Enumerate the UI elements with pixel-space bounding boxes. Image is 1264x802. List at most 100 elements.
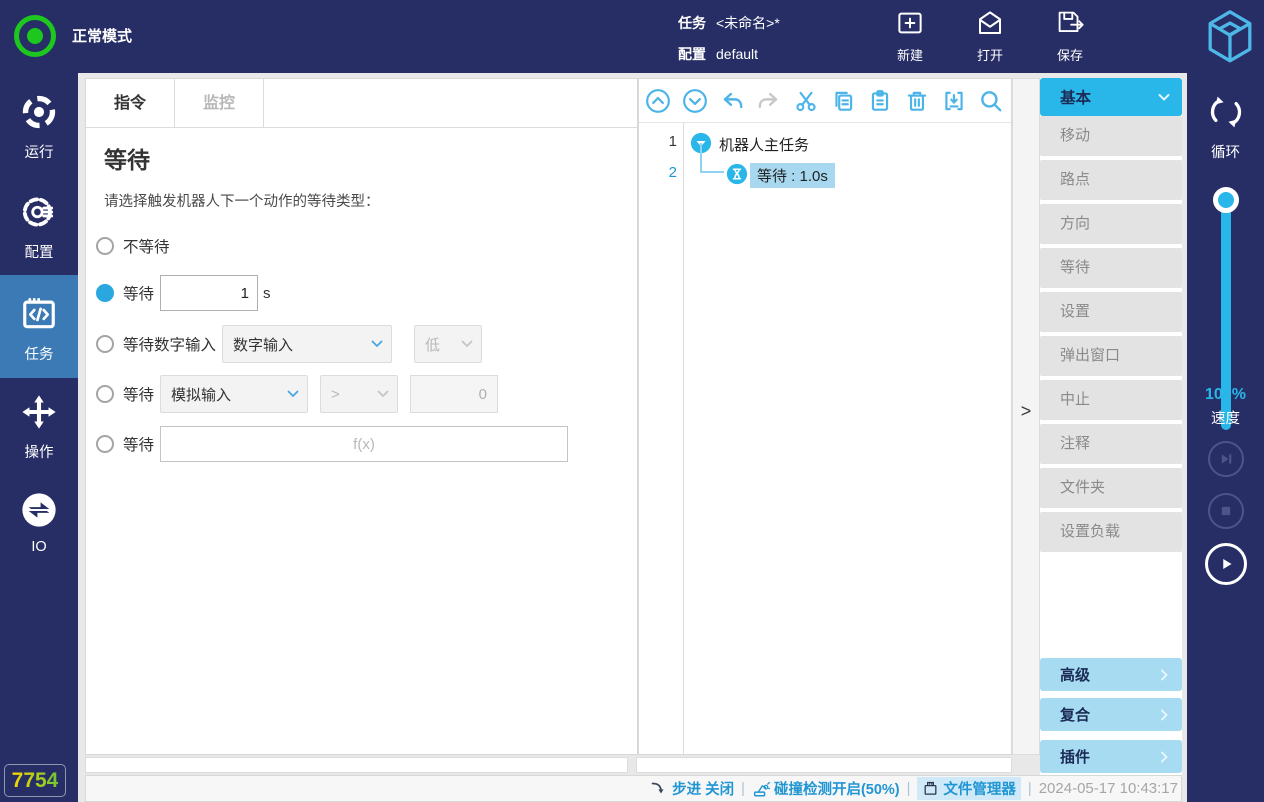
instruction-item-popup[interactable]: 弹出窗口 [1040,336,1182,376]
mode-label: 正常模式 [72,28,133,45]
radio-wait-expression[interactable] [96,435,114,453]
instruction-item-move[interactable]: 移动 [1040,116,1182,156]
chevron-down-icon [453,340,481,348]
instruction-item-set-payload[interactable]: 设置负载 [1040,512,1182,552]
speed-label: 速度 [1211,411,1240,427]
app-window: 正常模式 任务 <未命名>* 配置 default 新建 打开 保存 运行 配置… [0,0,1264,802]
open-task-label: 打开 [976,48,1003,63]
sidebar-item-run[interactable]: 运行 [0,83,78,179]
instruction-group-advanced[interactable]: 高级 [1040,658,1182,691]
config-name-row: 配置 default [678,44,758,64]
collision-robot-icon [753,781,770,796]
new-task-button[interactable]: 新建 [880,8,940,64]
instruction-item-set[interactable]: 设置 [1040,292,1182,332]
move-up-icon[interactable] [645,88,671,114]
sidebar-item-config[interactable]: 配置 [0,183,78,279]
tab-command[interactable]: 指令 [86,79,175,127]
tree-selected-wait-node[interactable]: 等待 : 1.0s [750,163,835,188]
comparator-dropdown[interactable]: > [320,375,399,413]
analog-threshold-input[interactable] [410,375,499,413]
radio-no-wait[interactable] [96,237,114,255]
play-icon [1222,558,1231,570]
paste-icon[interactable] [867,88,893,114]
undo-icon[interactable] [719,88,745,114]
sidebar-label-io: IO [31,539,47,555]
move-down-icon[interactable] [682,88,708,114]
radio-wait-analog[interactable] [96,385,114,403]
sidebar-item-operate[interactable]: 操作 [0,383,78,479]
instruction-item-wait[interactable]: 等待 [1040,248,1182,288]
chevron-right-icon [1156,749,1182,765]
loop-toggle-button[interactable]: 循环 [1187,91,1264,162]
redo-icon[interactable] [756,88,782,114]
option-row-wait-seconds: 等待 s [96,273,271,313]
left-nav-sidebar: 运行 配置 任务 操作 IO 7754 [0,73,78,802]
step-mode-status[interactable]: 步进 关闭 [651,778,734,799]
stop-button[interactable] [1207,493,1244,529]
digital-input-dropdown[interactable]: 数字输入 [222,325,393,363]
expand-panel-handle[interactable]: > [1013,401,1039,422]
instruction-group-plugin[interactable]: 插件 [1040,740,1182,773]
open-task-button[interactable]: 打开 [960,8,1020,64]
save-task-button[interactable]: 保存 [1040,8,1100,64]
collision-detection-status[interactable]: 碰撞检测开启(50%) [752,778,900,799]
io-sync-icon [20,491,58,529]
radio-wait-seconds-selected[interactable] [96,284,114,302]
line-number-column: 1 2 [639,123,684,754]
tab-monitor[interactable]: 监控 [175,79,264,127]
gear-icon [20,193,58,231]
option-label-wait: 等待 [123,286,155,303]
tree-root-task[interactable]: 机器人主任务 [719,134,809,155]
analog-input-dropdown[interactable]: 模拟输入 [160,375,309,413]
delete-icon[interactable] [904,88,930,114]
instruction-item-waypoint[interactable]: 路点 [1040,160,1182,200]
task-value: <未命名>* [716,15,780,31]
file-manager-button[interactable]: 文件管理器 [917,777,1021,800]
collapse-merge-icon[interactable] [941,88,967,114]
page-title: 等待 [104,147,150,173]
instruction-item-folder[interactable]: 文件夹 [1040,468,1182,508]
instruction-group-composite-label: 复合 [1060,707,1091,724]
config-value: default [716,46,759,62]
tree-connector-line [700,143,724,173]
option-row-wait-analog: 等待 模拟输入 > [96,374,499,414]
digital-input-dropdown-value: 数字输入 [233,336,294,354]
copy-icon[interactable] [830,88,856,114]
instruction-item-abort[interactable]: 中止 [1040,380,1182,420]
loop-icon [1205,91,1247,133]
sidebar-item-task-active[interactable]: 任务 [0,275,78,378]
instruction-group-composite[interactable]: 复合 [1040,698,1182,731]
speed-value: 100% [1205,386,1246,403]
separator: | [1027,780,1032,797]
option-label-wait-digital: 等待数字输入 [123,337,217,354]
sidebar-label-operate: 操作 [24,445,54,461]
digital-level-dropdown[interactable]: 低 [414,325,483,363]
top-bar: 正常模式 任务 <未命名>* 配置 default 新建 打开 保存 [0,0,1264,73]
speed-slider-handle[interactable] [1212,187,1239,213]
sidebar-item-io[interactable]: IO [0,481,78,577]
new-task-label: 新建 [896,48,923,63]
instruction-item-direction[interactable]: 方向 [1040,204,1182,244]
option-row-wait-digital: 等待数字输入 数字输入 低 [96,324,483,364]
instruction-group-basic[interactable]: 基本 [1040,78,1182,116]
wait-hourglass-icon[interactable] [726,163,748,185]
line-number: 1 [668,133,677,150]
radio-wait-digital[interactable] [96,335,114,353]
wait-seconds-input[interactable] [160,275,259,311]
chevron-down-icon [279,390,307,398]
tree-toolbar [639,79,1011,123]
step-forward-button[interactable] [1207,441,1244,477]
run-icon [20,93,58,131]
search-icon[interactable] [978,88,1004,114]
bottom-divider-strip [636,757,1012,773]
expression-input[interactable] [160,426,569,462]
page-subtitle: 请选择触发机器人下一个动作的等待类型： [104,194,380,210]
open-file-icon [975,8,1005,38]
status-code-badge: 7754 [4,764,66,797]
task-code-window-icon [20,295,58,333]
cut-icon[interactable] [793,88,819,114]
clock-timestamp: 2024-05-17 10:43:17 [1038,780,1178,797]
play-button[interactable] [1204,543,1247,585]
option-row-no-wait: 不等待 [96,226,176,266]
instruction-item-comment[interactable]: 注释 [1040,424,1182,464]
